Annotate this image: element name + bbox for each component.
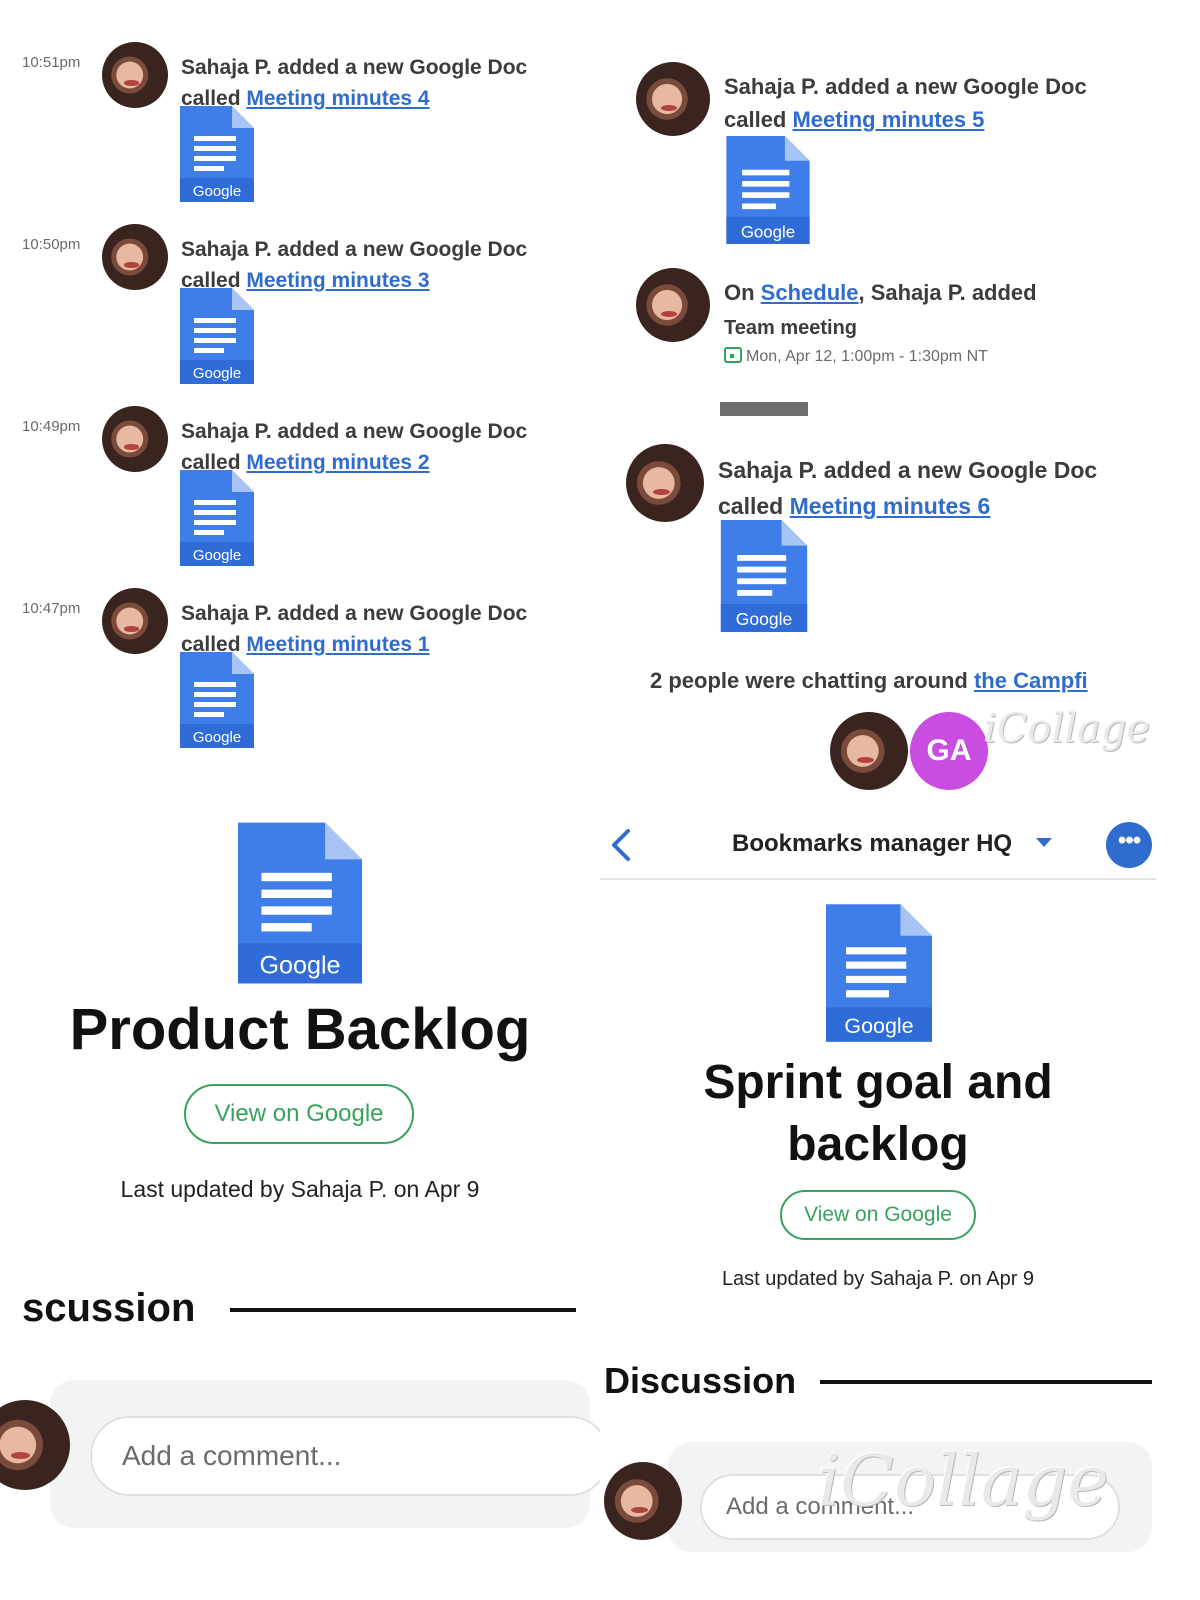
avatar xyxy=(102,42,168,108)
google-doc-icon[interactable]: Google xyxy=(726,136,810,244)
event-name: Team meeting xyxy=(724,317,857,339)
google-doc-icon[interactable]: Google xyxy=(720,520,808,632)
feed-called: called xyxy=(718,493,790,519)
avatar xyxy=(604,1462,682,1540)
watermark: iCollage xyxy=(984,706,1151,752)
feed-text: Sahaja P. added a new Google Doc called … xyxy=(181,52,600,114)
event-when: Mon, Apr 12, 1:00pm - 1:30pm NT xyxy=(746,348,988,365)
google-label: Google xyxy=(193,365,241,382)
doc-link[interactable]: Meeting minutes 1 xyxy=(246,633,429,656)
campfire-prefix: 2 people were chatting around xyxy=(650,668,974,693)
project-title[interactable]: Bookmarks manager HQ xyxy=(732,830,1012,858)
google-doc-icon[interactable]: Google xyxy=(180,106,254,202)
feed-text: Sahaja P. added a new Google Doc called … xyxy=(718,452,1097,524)
google-label: Google xyxy=(193,729,241,746)
page-title: Sprint goal and backlog xyxy=(600,1052,1156,1176)
page-title: Product Backlog xyxy=(69,997,531,1062)
avatar xyxy=(636,62,710,136)
google-label: Google xyxy=(844,1014,913,1038)
watermark: iCollage xyxy=(818,1440,1109,1522)
google-doc-icon[interactable]: Google xyxy=(180,288,254,384)
feed-item: 10:47pm Sahaja P. added a new Google Doc… xyxy=(0,588,600,778)
schedule-rest: , Sahaja P. added xyxy=(858,280,1037,305)
product-backlog-panel: Google Product Backlog View on Google La… xyxy=(0,790,600,1600)
section-divider xyxy=(820,1380,1152,1384)
more-options-button[interactable]: ••• xyxy=(1106,822,1152,868)
feed-timestamp: 10:51pm xyxy=(22,54,81,71)
view-on-google-button[interactable]: View on Google xyxy=(780,1190,976,1240)
feed-text: Sahaja P. added a new Google Doc called … xyxy=(181,416,600,478)
doc-link[interactable]: Meeting minutes 3 xyxy=(246,269,429,292)
feed-item: 10:51pm Sahaja P. added a new Google Doc… xyxy=(0,42,600,232)
feed-text: Sahaja P. added a new Google Doc called … xyxy=(181,234,600,296)
calendar-icon xyxy=(724,347,742,363)
activity-feed-panel-right: Sahaja P. added a new Google Doc called … xyxy=(600,0,1200,790)
avatar xyxy=(636,268,710,342)
feed-timestamp: 10:50pm xyxy=(22,236,81,253)
google-doc-icon[interactable]: Google xyxy=(180,470,254,566)
google-doc-icon: Google xyxy=(238,822,362,984)
avatar xyxy=(102,224,168,290)
google-label: Google xyxy=(736,609,792,629)
activity-feed-panel: 10:51pm Sahaja P. added a new Google Doc… xyxy=(0,0,600,790)
feed-text: Sahaja P. added a new Google Doc called … xyxy=(724,70,1087,136)
google-label: Google xyxy=(193,547,241,564)
feed-prefix: Sahaja P. added a new Google Doc xyxy=(718,457,1098,483)
section-heading: scussion xyxy=(22,1286,196,1330)
campfire-text: 2 people were chatting around the Campfi xyxy=(650,668,1088,694)
google-label: Google xyxy=(741,222,795,241)
avatar xyxy=(626,444,704,522)
doc-link[interactable]: Meeting minutes 4 xyxy=(246,87,429,110)
avatar xyxy=(102,406,168,472)
user-initials-avatar: GA xyxy=(910,712,988,790)
doc-link[interactable]: Meeting minutes 6 xyxy=(790,493,991,519)
comment-input[interactable]: Add a comment... xyxy=(90,1416,600,1496)
feed-item: 10:49pm Sahaja P. added a new Google Doc… xyxy=(0,406,600,596)
avatar xyxy=(830,712,908,790)
title-line-1: Sprint goal and xyxy=(703,1056,1053,1109)
campfire-link[interactable]: the Campfi xyxy=(974,668,1088,693)
doc-link[interactable]: Meeting minutes 2 xyxy=(246,451,429,474)
schedule-text: On Schedule, Sahaja P. added xyxy=(724,276,1037,309)
google-label: Google xyxy=(193,183,241,200)
google-doc-icon: Google xyxy=(826,904,932,1042)
back-chevron-icon[interactable] xyxy=(608,828,634,862)
avatar xyxy=(102,588,168,654)
feed-item: 10:50pm Sahaja P. added a new Google Doc… xyxy=(0,224,600,414)
feed-prefix: Sahaja P. added a new Google Doc xyxy=(181,420,528,443)
feed-timestamp: 10:47pm xyxy=(22,600,81,617)
chevron-down-icon[interactable] xyxy=(1036,838,1052,847)
schedule-on: On xyxy=(724,280,761,305)
section-heading: Discussion xyxy=(604,1360,797,1401)
last-updated-text: Last updated by Sahaja P. on Apr 9 xyxy=(721,1268,1035,1290)
feed-timestamp: 10:49pm xyxy=(22,418,81,435)
section-divider xyxy=(230,1308,576,1312)
feed-prefix: Sahaja P. added a new Google Doc xyxy=(724,74,1087,99)
view-on-google-button[interactable]: View on Google xyxy=(184,1084,414,1144)
feed-prefix: Sahaja P. added a new Google Doc xyxy=(181,602,528,625)
feed-prefix: Sahaja P. added a new Google Doc xyxy=(181,56,528,79)
feed-text: Sahaja P. added a new Google Doc called … xyxy=(181,598,600,660)
divider-label xyxy=(720,402,808,416)
google-doc-icon[interactable]: Google xyxy=(180,652,254,748)
schedule-link[interactable]: Schedule xyxy=(761,280,859,305)
doc-link[interactable]: Meeting minutes 5 xyxy=(792,107,984,132)
feed-prefix: Sahaja P. added a new Google Doc xyxy=(181,238,528,261)
google-label: Google xyxy=(259,951,340,979)
title-line-2: backlog xyxy=(787,1118,969,1171)
feed-called: called xyxy=(724,107,793,132)
last-updated-text: Last updated by Sahaja P. on Apr 9 xyxy=(120,1176,480,1202)
event-time: Mon, Apr 12, 1:00pm - 1:30pm NT xyxy=(724,347,988,366)
